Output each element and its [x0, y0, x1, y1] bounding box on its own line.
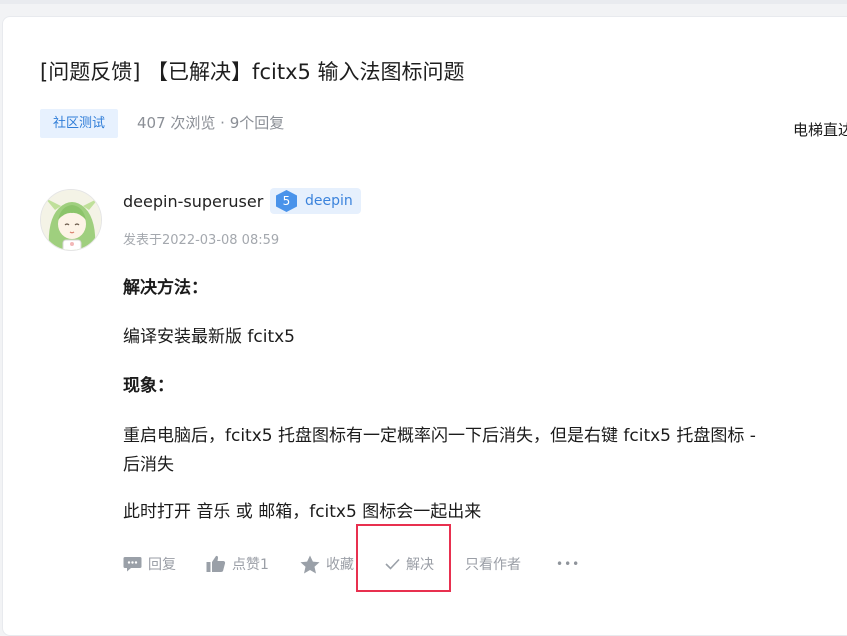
post-title: [问题反馈] 【已解决】fcitx5 输入法图标问题 — [40, 60, 465, 84]
more-button[interactable]: ••• — [556, 550, 580, 578]
star-icon — [300, 555, 320, 573]
favorite-button[interactable]: 收藏 — [300, 550, 354, 578]
level-hexagon-icon: 5 — [276, 190, 297, 212]
avatar-illustration — [41, 190, 101, 250]
author-only-label: 只看作者 — [465, 557, 521, 573]
symptom-heading: 现象： — [123, 376, 174, 396]
badge-label: deepin — [305, 193, 353, 209]
chat-bubble-icon — [123, 556, 142, 571]
symptom-line-1: 重启电脑后，fcitx5 托盘图标有一定概率闪一下后消失，但是右键 fcitx5… — [123, 426, 756, 446]
top-strip — [0, 0, 847, 4]
reply-button[interactable]: 回复 — [123, 550, 176, 578]
like-button[interactable]: 点赞1 — [206, 550, 269, 578]
favorite-label: 收藏 — [326, 557, 354, 573]
post-time: 发表于2022-03-08 08:59 — [123, 233, 280, 248]
jump-to-floor-link[interactable]: 电梯直达 — [793, 119, 847, 140]
like-label: 点赞1 — [232, 557, 269, 573]
author-only-button[interactable]: 只看作者 — [465, 550, 521, 578]
category-tag[interactable]: 社区测试 — [40, 109, 119, 138]
user-level-badge: 5 deepin — [270, 188, 361, 214]
solution-heading: 解决方法： — [123, 278, 208, 298]
more-dots-icon: ••• — [556, 557, 581, 571]
symptom-line-3: 此时打开 音乐 或 邮箱，fcitx5 图标会一起出来 — [123, 502, 482, 522]
symptom-line-2: 后消失 — [123, 455, 174, 475]
reply-label: 回复 — [148, 557, 176, 573]
highlight-box — [356, 524, 451, 592]
author-name[interactable]: deepin-superuser — [123, 192, 263, 211]
solution-text: 编译安装最新版 fcitx5 — [123, 327, 296, 347]
post-stats: 407 次浏览 · 9个回复 — [137, 114, 285, 132]
thumbs-up-icon — [206, 555, 226, 572]
author-avatar[interactable] — [40, 189, 102, 251]
